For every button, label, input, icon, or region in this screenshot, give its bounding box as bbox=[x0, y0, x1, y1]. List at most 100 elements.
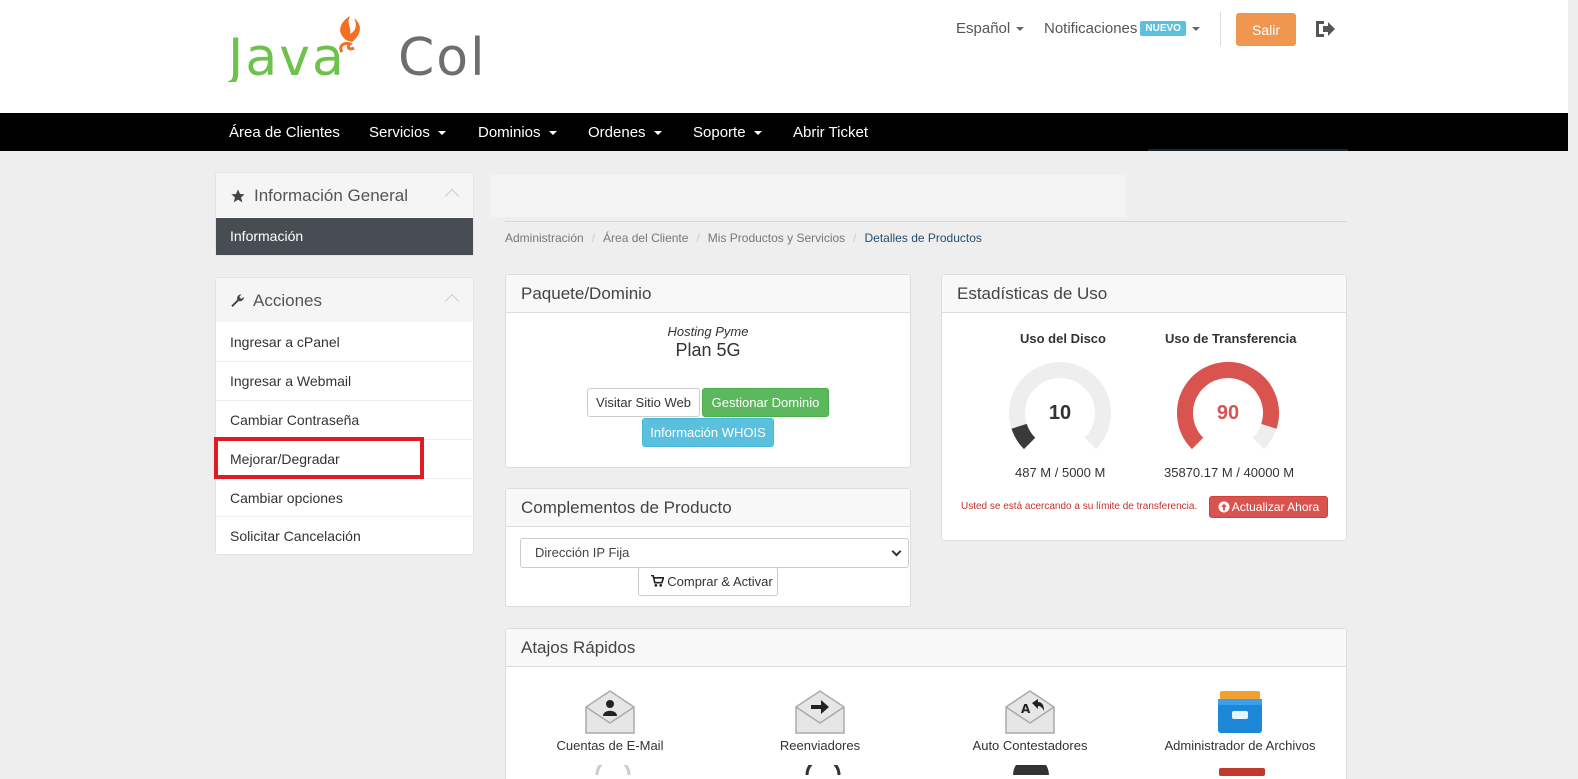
sidebar-item-webmail[interactable]: Ingresar a Webmail bbox=[230, 373, 351, 389]
highlight-annotation bbox=[214, 437, 424, 479]
shortcuts-card: Atajos Rápidos Cuentas de E-Mail Reenvia… bbox=[505, 628, 1347, 779]
transfer-usage-detail: 35870.17 M / 40000 M bbox=[1164, 465, 1295, 480]
whois-info-button[interactable]: Información WHOIS bbox=[642, 418, 774, 447]
logo-text-col: Col bbox=[398, 28, 487, 82]
shortcut-autoresponders[interactable]: A Auto Contestadores bbox=[930, 689, 1130, 753]
disk-usage-gauge: 10 bbox=[1009, 362, 1111, 450]
nav-label: Abrir Ticket bbox=[793, 124, 869, 141]
nav-label: Dominios bbox=[478, 124, 541, 141]
breadcrumb-current: Detalles de Productos bbox=[864, 231, 982, 245]
nav-support[interactable]: Soporte bbox=[693, 124, 762, 141]
disk-usage-detail: 487 M / 5000 M bbox=[1015, 465, 1106, 480]
shortcut-label: Auto Contestadores bbox=[972, 738, 1088, 753]
addons-card: Complementos de Producto Dirección IP Fi… bbox=[505, 488, 911, 607]
language-selector[interactable]: Español bbox=[956, 20, 1025, 37]
shortcut-forwarders[interactable]: Reenviadores bbox=[720, 689, 920, 753]
addon-select-value: Dirección IP Fija bbox=[535, 545, 630, 560]
header-bar: Java Col Español Notificaciones NUEVO Sal… bbox=[0, 0, 1568, 113]
main-nav: Área de Clientes Servicios Dominios Orde… bbox=[0, 113, 1568, 151]
upgrade-now-label: Actualizar Ahora bbox=[1231, 500, 1320, 514]
sidebar-item-request-cancellation[interactable]: Solicitar Cancelación bbox=[230, 528, 361, 544]
transfer-usage-value: 90 bbox=[1217, 402, 1239, 424]
nav-services[interactable]: Servicios bbox=[369, 124, 446, 141]
breadcrumb-products[interactable]: Mis Productos y Servicios bbox=[708, 231, 845, 245]
sign-out-icon[interactable] bbox=[1314, 18, 1336, 40]
shortcut-label: Cuentas de E-Mail bbox=[556, 738, 664, 753]
page-header-area bbox=[490, 175, 1126, 217]
transfer-usage-label: Uso de Transferencia bbox=[1165, 331, 1297, 346]
breadcrumb-separator: / bbox=[696, 231, 700, 245]
shortcut-row2-icon bbox=[595, 765, 631, 775]
notifications-menu[interactable]: Notificaciones NUEVO bbox=[1044, 20, 1200, 37]
breadcrumb-separator: / bbox=[853, 231, 857, 245]
usage-stats-card: Estadísticas de Uso Uso del Disco 10 487… bbox=[941, 274, 1347, 541]
upgrade-now-button[interactable]: Actualizar Ahora bbox=[1209, 496, 1328, 518]
sidebar-actions-title: Acciones bbox=[253, 291, 322, 310]
divider bbox=[216, 516, 474, 517]
sidebar-general-title: Información General bbox=[254, 186, 409, 205]
nav-label: Servicios bbox=[369, 124, 430, 141]
visit-website-button[interactable]: Visitar Sitio Web bbox=[587, 388, 700, 417]
shortcut-file-manager[interactable]: Administrador de Archivos bbox=[1140, 689, 1340, 753]
breadcrumb-client-area[interactable]: Área del Cliente bbox=[603, 231, 688, 245]
nav-open-ticket[interactable]: Abrir Ticket bbox=[793, 124, 868, 141]
manage-domain-button[interactable]: Gestionar Dominio bbox=[702, 388, 829, 417]
sidebar-general-panel: Información General Información bbox=[215, 172, 474, 256]
sidebar-item-change-password[interactable]: Cambiar Contraseña bbox=[230, 412, 359, 428]
shortcut-row2-icon bbox=[1013, 765, 1049, 775]
shopping-cart-icon bbox=[651, 574, 665, 587]
nav-accent-line bbox=[1148, 149, 1348, 151]
svg-text:A: A bbox=[1021, 702, 1031, 716]
javacol-logo[interactable]: Java Col bbox=[228, 12, 503, 82]
logout-button[interactable]: Salir bbox=[1236, 13, 1296, 46]
usage-stats-title: Estadísticas de Uso bbox=[942, 275, 1346, 313]
addons-card-title: Complementos de Producto bbox=[506, 489, 910, 527]
notifications-label: Notificaciones bbox=[1044, 20, 1138, 37]
shortcut-row2-icon bbox=[805, 765, 841, 775]
shortcut-label: Reenviadores bbox=[779, 738, 861, 753]
buy-activate-label: Comprar & Activar bbox=[667, 574, 773, 589]
shortcut-label: Administrador de Archivos bbox=[1164, 738, 1316, 753]
chevron-down-icon bbox=[437, 131, 446, 136]
shortcut-email-accounts[interactable]: Cuentas de E-Mail bbox=[510, 689, 710, 753]
chevron-down-icon bbox=[548, 131, 557, 136]
autoresponder-icon: A bbox=[1005, 690, 1055, 734]
nav-domains[interactable]: Dominios bbox=[478, 124, 557, 141]
sidebar-item-change-options[interactable]: Cambiar opciones bbox=[230, 490, 343, 506]
package-plan: Plan 5G bbox=[675, 340, 741, 360]
email-forwarder-icon bbox=[795, 690, 845, 734]
chevron-down-icon bbox=[1016, 27, 1025, 32]
package-card-title: Paquete/Dominio bbox=[506, 275, 910, 313]
shortcut-row2-icon bbox=[1219, 768, 1265, 776]
chevron-down-icon bbox=[1191, 27, 1200, 32]
logo-text-java: Java bbox=[228, 28, 346, 82]
chevron-down-icon bbox=[753, 131, 762, 136]
nav-client-area[interactable]: Área de Clientes bbox=[229, 124, 340, 141]
addon-select[interactable]: Dirección IP Fija bbox=[520, 538, 909, 568]
star-icon bbox=[231, 189, 245, 203]
nav-orders[interactable]: Ordenes bbox=[588, 124, 662, 141]
sidebar-actions-panel: Acciones Ingresar a cPanel Ingresar a We… bbox=[215, 277, 474, 555]
breadcrumb-admin[interactable]: Administración bbox=[505, 231, 584, 245]
header-divider-line bbox=[505, 221, 1347, 222]
buy-activate-button[interactable]: Comprar & Activar bbox=[638, 567, 778, 596]
sidebar-actions-header[interactable]: Acciones bbox=[216, 278, 473, 322]
breadcrumb-separator: / bbox=[591, 231, 596, 245]
file-manager-icon bbox=[1218, 691, 1262, 733]
divider bbox=[216, 400, 474, 401]
header-divider bbox=[1220, 12, 1221, 46]
sidebar-item-information[interactable]: Información bbox=[216, 218, 473, 255]
chevron-up-icon[interactable] bbox=[444, 293, 460, 309]
new-badge: NUEVO bbox=[1140, 21, 1186, 36]
sidebar-item-cpanel[interactable]: Ingresar a cPanel bbox=[230, 334, 340, 350]
chevron-down-icon bbox=[653, 131, 662, 136]
disk-usage-label: Uso del Disco bbox=[1020, 331, 1106, 346]
arrow-circle-up-icon bbox=[1218, 501, 1230, 513]
sidebar-general-header[interactable]: Información General bbox=[216, 173, 473, 217]
transfer-limit-warning: Usted se está acercando a su límite de t… bbox=[961, 501, 1198, 512]
disk-usage-value: 10 bbox=[1049, 402, 1071, 424]
shortcuts-title: Atajos Rápidos bbox=[506, 629, 1346, 667]
chevron-up-icon[interactable] bbox=[444, 188, 460, 204]
wrench-icon bbox=[231, 294, 245, 307]
language-label: Español bbox=[956, 20, 1011, 37]
